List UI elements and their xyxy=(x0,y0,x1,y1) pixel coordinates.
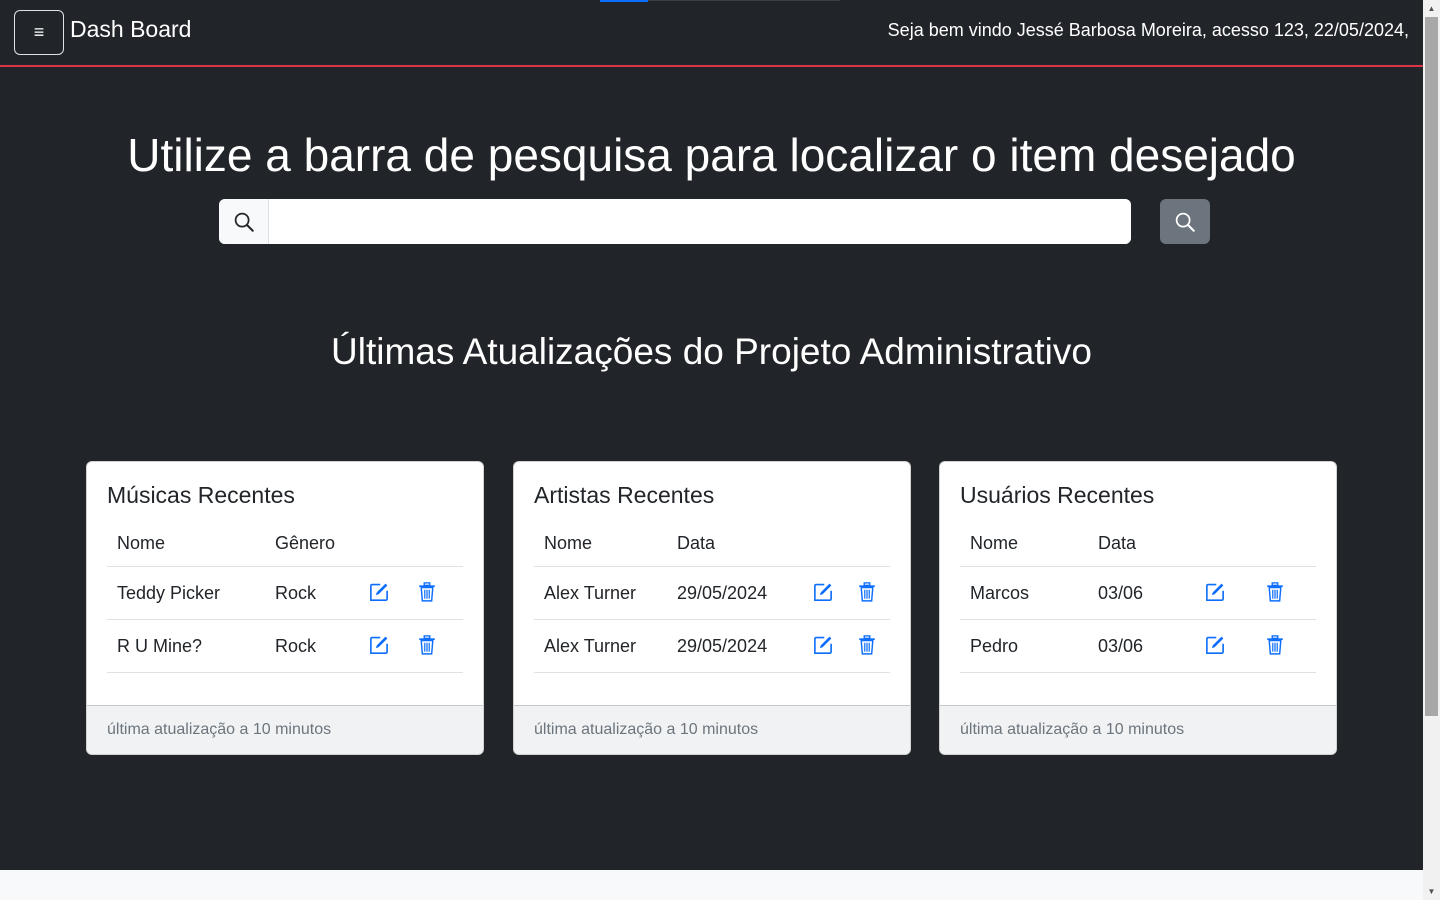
data-table: Nome Data Alex Turner 29/05/2024 Alex Tu… xyxy=(534,523,890,673)
nav-divider xyxy=(648,0,840,1)
table-header-row: Nome Gênero xyxy=(107,523,463,567)
table-row: Alex Turner 29/05/2024 xyxy=(534,566,890,620)
vertical-scrollbar[interactable]: ▲ ▼ xyxy=(1423,0,1440,900)
data-table: Nome Gênero Teddy Picker Rock R U Mine? … xyxy=(107,523,463,673)
card-musicas: Músicas Recentes Nome Gênero Teddy Picke… xyxy=(86,461,484,755)
cell-date: 29/05/2024 xyxy=(667,619,801,673)
cell-name: Alex Turner xyxy=(534,566,667,620)
top-navbar: ≡ Dash Board Seja bem vindo Jessé Barbos… xyxy=(0,0,1423,67)
edit-icon[interactable] xyxy=(367,633,391,657)
table-row: Pedro 03/06 xyxy=(960,619,1316,673)
search-input[interactable] xyxy=(269,199,1131,244)
edit-icon[interactable] xyxy=(1203,633,1227,657)
card-artistas: Artistas Recentes Nome Data Alex Turner … xyxy=(513,461,911,755)
hamburger-icon: ≡ xyxy=(33,22,45,42)
column-header: Gênero xyxy=(265,523,357,567)
search-button[interactable] xyxy=(1160,199,1210,244)
section-title: Últimas Atualizações do Projeto Administ… xyxy=(331,331,1092,372)
search-group xyxy=(219,199,1131,244)
edit-icon[interactable] xyxy=(811,633,835,657)
trash-icon[interactable] xyxy=(415,633,439,657)
edit-icon[interactable] xyxy=(367,580,391,604)
cell-date: 29/05/2024 xyxy=(667,566,801,620)
trash-icon[interactable] xyxy=(1263,580,1287,604)
cell-name: Teddy Picker xyxy=(107,566,265,620)
scroll-thumb[interactable] xyxy=(1425,17,1438,716)
cell-name: Alex Turner xyxy=(534,619,667,673)
welcome-message: Seja bem vindo Jessé Barbosa Moreira, ac… xyxy=(887,20,1409,40)
column-header: Nome xyxy=(960,523,1088,567)
card-title: Artistas Recentes xyxy=(534,482,715,508)
column-header: Data xyxy=(667,523,801,567)
cell-name: R U Mine? xyxy=(107,619,265,673)
edit-icon[interactable] xyxy=(1203,580,1227,604)
scroll-up-arrow-icon[interactable]: ▲ xyxy=(1423,0,1440,17)
table-header-row: Nome Data xyxy=(534,523,890,567)
trash-icon[interactable] xyxy=(855,580,879,604)
data-table: Nome Data Marcos 03/06 Pedro 03/06 xyxy=(960,523,1316,673)
scroll-down-arrow-icon[interactable]: ▼ xyxy=(1423,883,1440,900)
edit-icon[interactable] xyxy=(811,580,835,604)
column-header: Nome xyxy=(107,523,265,567)
cell-date: 03/06 xyxy=(1088,619,1193,673)
card-usuarios: Usuários Recentes Nome Data Marcos 03/06… xyxy=(939,461,1337,755)
table-row: R U Mine? Rock xyxy=(107,619,463,673)
search-addon xyxy=(219,199,269,244)
trash-icon[interactable] xyxy=(1263,633,1287,657)
cell-name: Pedro xyxy=(960,619,1088,673)
search-icon xyxy=(1175,212,1195,232)
active-tab-indicator xyxy=(600,0,648,2)
menu-toggle-button[interactable]: ≡ xyxy=(14,10,64,55)
trash-icon[interactable] xyxy=(855,633,879,657)
table-row: Marcos 03/06 xyxy=(960,566,1316,620)
card-footer: última atualização a 10 minutos xyxy=(87,705,483,754)
search-icon xyxy=(234,212,254,232)
card-title: Usuários Recentes xyxy=(960,482,1155,508)
trash-icon[interactable] xyxy=(415,580,439,604)
column-header: Data xyxy=(1088,523,1193,567)
card-footer: última atualização a 10 minutos xyxy=(940,705,1336,754)
table-row: Alex Turner 29/05/2024 xyxy=(534,619,890,673)
cell-genre: Rock xyxy=(265,566,357,620)
table-row: Teddy Picker Rock xyxy=(107,566,463,620)
cell-name: Marcos xyxy=(960,566,1088,620)
card-title: Músicas Recentes xyxy=(107,482,295,508)
card-footer: última atualização a 10 minutos xyxy=(514,705,910,754)
column-header: Nome xyxy=(534,523,667,567)
page-title: Utilize a barra de pesquisa para localiz… xyxy=(127,129,1296,181)
cell-genre: Rock xyxy=(265,619,357,673)
table-header-row: Nome Data xyxy=(960,523,1316,567)
cell-date: 03/06 xyxy=(1088,566,1193,620)
brand-title[interactable]: Dash Board xyxy=(70,16,191,43)
footer-bar xyxy=(0,870,1423,900)
